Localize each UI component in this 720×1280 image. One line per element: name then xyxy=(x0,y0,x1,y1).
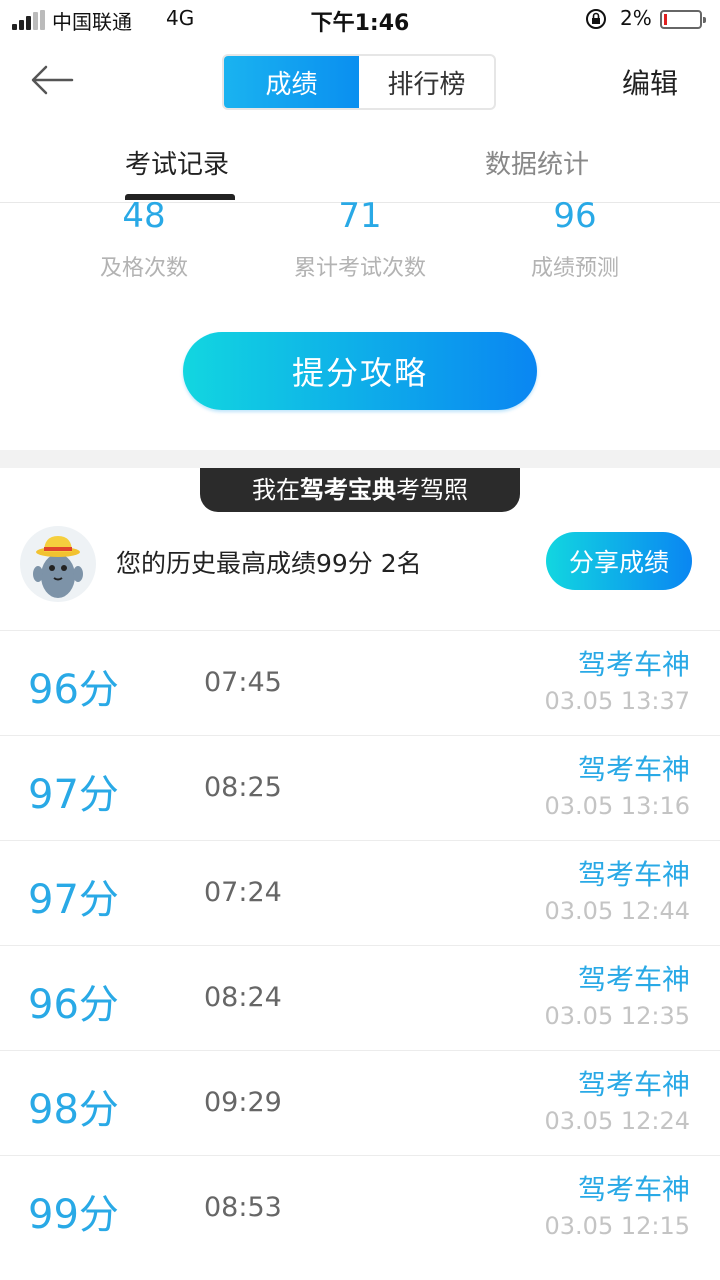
list-item[interactable]: 96分 07:45 驾考车神 03.05 13:37 xyxy=(0,630,720,735)
list-item[interactable]: 99分 08:53 驾考车神 03.05 12:15 xyxy=(0,1155,720,1260)
record-score: 96分 xyxy=(28,667,119,713)
record-time: 03.05 13:16 xyxy=(544,792,691,820)
status-bar: 中国联通 4G 下午1:46 2% xyxy=(0,0,720,40)
tab-exam-records[interactable]: 考试记录 xyxy=(125,144,229,181)
record-title: 驾考车神 xyxy=(577,963,690,996)
battery-icon xyxy=(660,10,706,29)
stat-label: 及格次数 xyxy=(99,256,188,281)
record-time: 03.05 12:15 xyxy=(544,1212,691,1240)
record-duration: 08:24 xyxy=(204,982,282,1013)
record-duration: 08:25 xyxy=(204,772,282,803)
list-item[interactable]: 96分 08:24 驾考车神 03.05 12:35 xyxy=(0,945,720,1050)
record-time: 03.05 12:35 xyxy=(544,1002,691,1030)
tab-data-statistics[interactable]: 数据统计 xyxy=(485,144,589,181)
stat-pass-count: 48 及格次数 xyxy=(34,196,254,282)
list-item[interactable]: 98分 09:29 驾考车神 03.05 12:24 xyxy=(0,1050,720,1155)
section-divider xyxy=(0,450,720,468)
boost-strategy-button[interactable]: 提分攻略 xyxy=(183,332,537,410)
record-title: 驾考车神 xyxy=(577,753,690,786)
record-score: 98分 xyxy=(28,1087,119,1133)
record-score: 99分 xyxy=(28,1192,119,1238)
avatar[interactable] xyxy=(20,526,96,602)
list-item[interactable]: 97分 08:25 驾考车神 03.05 13:16 xyxy=(0,735,720,840)
record-duration: 07:45 xyxy=(204,667,282,698)
segmented-control: 成绩 排行榜 xyxy=(222,54,496,110)
stat-value: 48 xyxy=(122,196,166,236)
record-score: 97分 xyxy=(28,877,119,923)
stat-score-prediction: 96 成绩预测 xyxy=(465,196,685,282)
record-time: 03.05 13:37 xyxy=(544,687,691,715)
record-score: 96分 xyxy=(28,982,119,1028)
record-duration: 08:53 xyxy=(204,1192,282,1223)
record-duration: 07:24 xyxy=(204,877,282,908)
record-time: 03.05 12:44 xyxy=(544,897,691,925)
tab-scores[interactable]: 成绩 xyxy=(224,56,359,108)
user-best-row: 您的历史最高成绩99分 2名 分享成绩 xyxy=(0,518,720,618)
list-item[interactable]: 97分 07:24 驾考车神 03.05 12:44 xyxy=(0,840,720,945)
banner-prefix: 我在 xyxy=(252,476,300,504)
stats-summary: 48 及格次数 71 累计考试次数 96 成绩预测 xyxy=(0,196,720,296)
stat-label: 累计考试次数 xyxy=(293,256,426,281)
record-duration: 09:29 xyxy=(204,1087,282,1118)
nav-bar: 成绩 排行榜 编辑 xyxy=(0,40,720,124)
stat-value: 96 xyxy=(553,196,597,236)
record-title: 驾考车神 xyxy=(577,1173,690,1206)
exam-record-list: 96分 07:45 驾考车神 03.05 13:37 97分 08:25 驾考车… xyxy=(0,630,720,1260)
status-time: 下午1:46 xyxy=(310,11,410,36)
cactus-mascot-icon xyxy=(33,536,83,598)
record-score: 97分 xyxy=(28,772,119,818)
app-banner: 我在驾考宝典考驾照 xyxy=(200,468,520,512)
banner-suffix: 考驾照 xyxy=(396,476,468,504)
stat-total-exams: 71 累计考试次数 xyxy=(250,196,470,282)
record-time: 03.05 12:24 xyxy=(544,1107,691,1135)
stat-label: 成绩预测 xyxy=(530,256,619,281)
tab-leaderboard[interactable]: 排行榜 xyxy=(359,56,494,108)
record-title: 驾考车神 xyxy=(577,648,690,681)
share-score-button[interactable]: 分享成绩 xyxy=(546,532,692,590)
best-score-text: 您的历史最高成绩99分 2名 xyxy=(116,549,422,578)
edit-button[interactable]: 编辑 xyxy=(622,62,678,102)
sub-tab-bar: 考试记录 数据统计 xyxy=(0,124,720,203)
banner-brand: 驾考宝典 xyxy=(300,476,396,504)
stat-value: 71 xyxy=(338,196,382,236)
battery-percent: 2% xyxy=(620,6,652,30)
back-arrow-icon[interactable] xyxy=(28,62,76,98)
record-title: 驾考车神 xyxy=(577,1068,690,1101)
record-title: 驾考车神 xyxy=(577,858,690,891)
rotation-lock-icon xyxy=(586,9,606,29)
